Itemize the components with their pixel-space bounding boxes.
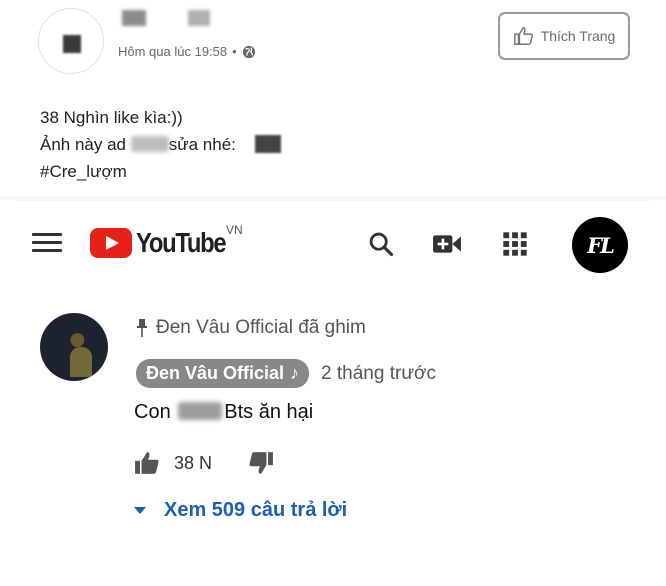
music-note-icon: ♪ <box>290 363 300 383</box>
comment-header: Đen Vâu Official ♪ 2 tháng trước <box>136 359 436 388</box>
redacted-emoji <box>254 135 281 153</box>
post-timestamp[interactable]: Hôm qua lúc 19:58 <box>118 44 227 59</box>
author-name: Đen Vâu Official <box>146 363 285 383</box>
pin-icon <box>137 319 147 337</box>
post-line-1: 38 Nghìn like kìa:)) <box>40 108 183 127</box>
page-name-redacted[interactable] <box>122 10 232 26</box>
post-body: 38 Nghìn like kìa:)) Ảnh này ad sửa nhé:… <box>40 104 281 185</box>
like-count: 38 N <box>174 452 213 473</box>
pinned-label: Đen Vâu Official đã ghim <box>156 317 366 338</box>
redacted-word <box>178 402 223 420</box>
post-line-2: Ảnh này ad sửa nhé: <box>40 131 281 158</box>
page-avatar[interactable] <box>38 8 104 74</box>
youtube-logo-text: YouTube <box>136 227 227 258</box>
chevron-down-icon <box>134 507 146 514</box>
facebook-post: Hôm qua lúc 19:58 • Thích Trang 38 Nghìn… <box>22 0 650 196</box>
play-icon <box>90 228 132 258</box>
post-hashtag[interactable]: #Cre_lượm <box>40 158 281 185</box>
author-chip[interactable]: Đen Vâu Official ♪ <box>136 359 310 388</box>
view-replies-label: Xem 509 câu trả lời <box>164 499 348 521</box>
comment-text-start: Con <box>134 401 171 423</box>
apps-grid-icon[interactable] <box>500 229 530 259</box>
globe-icon <box>242 45 255 58</box>
pinned-indicator: Đen Vâu Official đã ghim <box>136 317 366 339</box>
region-label: VN <box>226 223 243 237</box>
thumbs-up-icon <box>513 27 533 45</box>
like-page-label: Thích Trang <box>540 28 616 44</box>
post-line-2-end: sửa nhé: <box>168 135 236 154</box>
account-avatar-initials: FL <box>587 232 615 258</box>
comment-actions: 38 N <box>134 451 274 475</box>
comment-time[interactable]: 2 tháng trước <box>321 363 436 385</box>
commenter-avatar[interactable] <box>40 313 108 381</box>
post-meta: Hôm qua lúc 19:58 • <box>118 44 256 59</box>
youtube-logo[interactable]: YouTube <box>90 227 241 259</box>
comment-text-end: Bts ăn hại <box>224 401 314 423</box>
like-icon[interactable] <box>134 451 160 475</box>
menu-icon[interactable] <box>32 233 62 253</box>
account-avatar[interactable]: FL <box>572 217 628 273</box>
youtube-screenshot: YouTube VN FL Đen Vâu Official đã ghim Đ… <box>16 200 650 572</box>
redacted-name <box>130 136 169 152</box>
post-line-2-start: Ảnh này ad <box>40 135 127 154</box>
view-replies-button[interactable]: Xem 509 câu trả lời <box>134 499 347 522</box>
meta-separator: • <box>232 44 237 59</box>
like-page-button[interactable]: Thích Trang <box>498 12 630 60</box>
comment-text: Con Bts ăn hại <box>134 401 313 424</box>
search-icon[interactable] <box>366 229 396 259</box>
dislike-icon[interactable] <box>248 451 274 475</box>
video-camera-icon[interactable] <box>432 229 462 259</box>
